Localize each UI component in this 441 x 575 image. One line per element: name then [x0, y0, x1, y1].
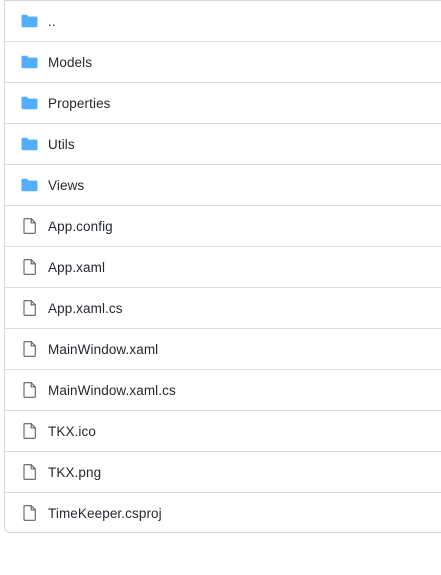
folder-icon [20, 176, 38, 194]
folder-icon [20, 135, 38, 153]
folder-icon [20, 53, 38, 71]
list-item-label: Models [48, 54, 93, 70]
list-item-label: .. [48, 13, 56, 29]
list-item-timekeeper-csproj[interactable]: TimeKeeper.csproj [5, 492, 441, 533]
file-icon [20, 504, 38, 522]
list-item-label: MainWindow.xaml.cs [48, 382, 176, 398]
list-item-label: Views [48, 177, 85, 193]
list-item-models[interactable]: Models [5, 41, 441, 82]
file-icon [20, 340, 38, 358]
list-item-mainwindow-xaml[interactable]: MainWindow.xaml [5, 328, 441, 369]
list-item-label: Utils [48, 136, 75, 152]
file-icon [20, 381, 38, 399]
file-icon [20, 299, 38, 317]
list-item-label: App.xaml.cs [48, 300, 123, 316]
folder-icon [20, 12, 38, 30]
file-icon [20, 463, 38, 481]
list-item-label: App.config [48, 218, 113, 234]
list-item-properties[interactable]: Properties [5, 82, 441, 123]
list-item-label: App.xaml [48, 259, 106, 275]
list-item-tkx-ico[interactable]: TKX.ico [5, 410, 441, 451]
file-icon [20, 217, 38, 235]
list-item-label: TKX.ico [48, 423, 96, 439]
file-icon [20, 258, 38, 276]
list-item-app-xaml-cs[interactable]: App.xaml.cs [5, 287, 441, 328]
file-list: .. Models Properties Utils Views App.con… [4, 0, 441, 533]
file-icon [20, 422, 38, 440]
list-item-mainwindow-xaml-cs[interactable]: MainWindow.xaml.cs [5, 369, 441, 410]
list-item-label: Properties [48, 95, 111, 111]
list-item-utils[interactable]: Utils [5, 123, 441, 164]
list-item-app-config[interactable]: App.config [5, 205, 441, 246]
list-item-tkx-png[interactable]: TKX.png [5, 451, 441, 492]
list-item-label: TimeKeeper.csproj [48, 505, 162, 521]
list-item-app-xaml[interactable]: App.xaml [5, 246, 441, 287]
list-item-label: MainWindow.xaml [48, 341, 159, 357]
list-item-views[interactable]: Views [5, 164, 441, 205]
list-item-parent-directory[interactable]: .. [5, 0, 441, 41]
folder-icon [20, 94, 38, 112]
list-item-label: TKX.png [48, 464, 102, 480]
